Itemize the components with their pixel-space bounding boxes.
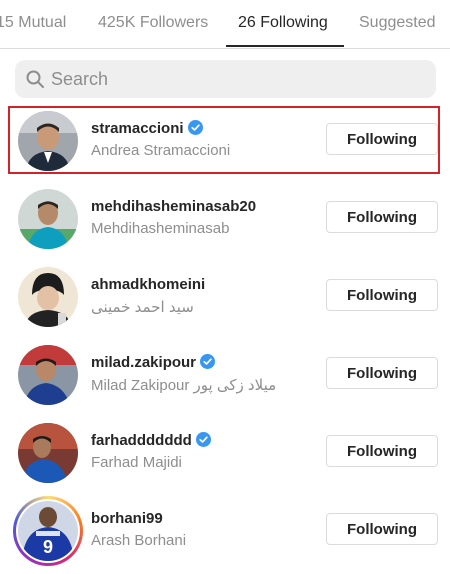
- full-name: Mehdihasheminasab: [91, 220, 230, 237]
- list-item[interactable]: milad.zakipour Milad Zakipour میلاد زکی …: [0, 335, 450, 411]
- full-name: Andrea Stramaccioni: [91, 142, 231, 159]
- tab-suggested[interactable]: Suggested: [359, 14, 436, 32]
- tab-followers[interactable]: 425K Followers: [98, 14, 208, 32]
- search-input[interactable]: [51, 60, 421, 98]
- list-item[interactable]: farhaddddddd Farhad Majidi Following: [0, 413, 450, 489]
- full-name: Arash Borhani: [91, 532, 187, 549]
- username[interactable]: milad.zakipour: [91, 354, 216, 371]
- username[interactable]: farhaddddddd: [91, 432, 211, 449]
- list-item[interactable]: 9 borhani99 Arash Borhani Following: [0, 491, 450, 567]
- avatar[interactable]: [18, 189, 78, 249]
- tab-following[interactable]: 26 Following: [238, 14, 328, 32]
- tab-bar: 15 Mutual 425K Followers 26 Following Su…: [0, 0, 450, 49]
- avatar[interactable]: [18, 345, 78, 405]
- tab-mutual[interactable]: 15 Mutual: [0, 14, 66, 32]
- following-button[interactable]: Following: [326, 279, 438, 311]
- verified-badge-icon: [187, 120, 203, 135]
- search-bar[interactable]: [15, 60, 436, 98]
- following-button[interactable]: Following: [326, 435, 438, 467]
- following-button[interactable]: Following: [326, 357, 438, 389]
- full-name: سید احمد خمینی: [91, 299, 194, 316]
- following-button[interactable]: Following: [326, 123, 438, 155]
- following-button[interactable]: Following: [326, 513, 438, 545]
- avatar[interactable]: [18, 267, 78, 327]
- username[interactable]: borhani99: [91, 510, 163, 527]
- verified-badge-icon: [195, 432, 211, 447]
- following-button[interactable]: Following: [326, 201, 438, 233]
- username[interactable]: ahmadkhomeini: [91, 276, 205, 293]
- list-item[interactable]: mehdihasheminasab20 Mehdihasheminasab Fo…: [0, 179, 450, 255]
- svg-text:9: 9: [43, 537, 53, 557]
- avatar[interactable]: [18, 423, 78, 483]
- avatar[interactable]: 9: [18, 501, 78, 561]
- username[interactable]: stramaccioni: [91, 120, 203, 137]
- avatar[interactable]: [18, 111, 78, 171]
- active-tab-indicator: [226, 45, 344, 47]
- list-item[interactable]: ahmadkhomeini سید احمد خمینی Following: [0, 257, 450, 333]
- full-name: Farhad Majidi: [91, 454, 182, 471]
- verified-badge-icon: [200, 354, 216, 369]
- list-item[interactable]: stramaccioni Andrea Stramaccioni Followi…: [0, 101, 450, 177]
- search-icon: [26, 70, 44, 88]
- full-name: Milad Zakipour میلاد زکی پور: [91, 377, 277, 394]
- username[interactable]: mehdihasheminasab20: [91, 198, 256, 215]
